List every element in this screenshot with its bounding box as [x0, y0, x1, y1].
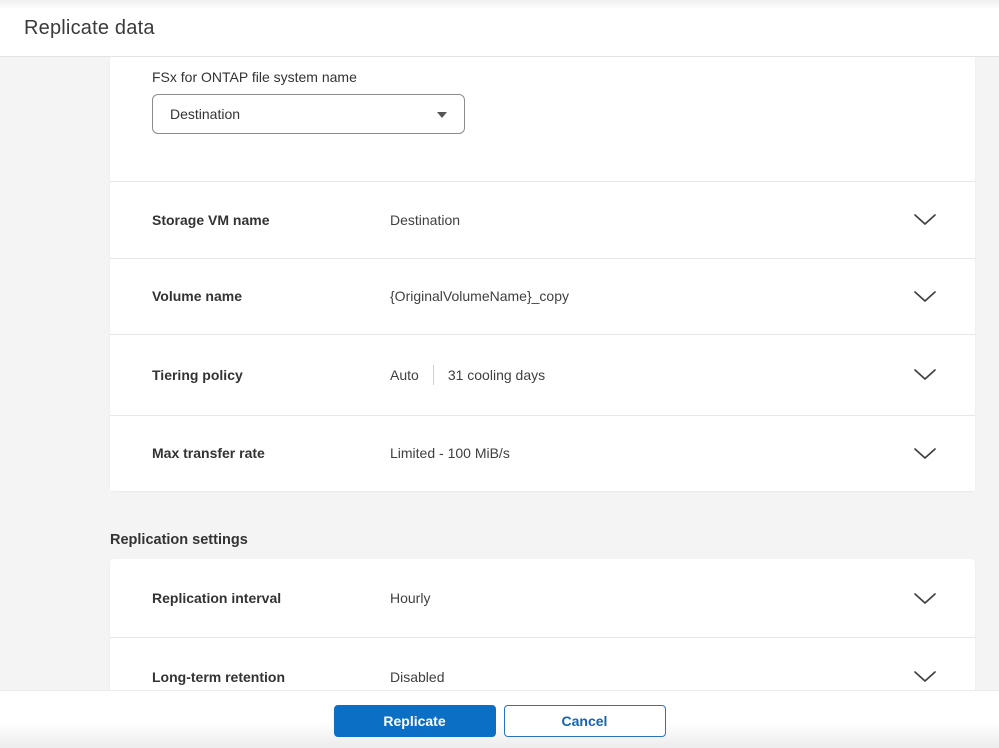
- file-system-select[interactable]: Destination: [152, 94, 465, 134]
- cancel-button[interactable]: Cancel: [503, 704, 666, 737]
- row-label: Replication interval: [152, 590, 282, 606]
- chevron-down-icon[interactable]: [913, 670, 937, 683]
- row-label: Long-term retention: [152, 668, 285, 685]
- row-value: Destination: [390, 211, 461, 228]
- row-value: Hourly: [390, 590, 431, 606]
- row-value: {OriginalVolumeName}_copy: [390, 288, 569, 305]
- row-label: Volume name: [152, 288, 242, 305]
- tiering-policy-value: Auto: [390, 366, 419, 383]
- chevron-down-icon[interactable]: [913, 368, 937, 381]
- row-label: Storage VM name: [152, 211, 270, 228]
- caret-down-icon: [437, 112, 447, 118]
- file-system-section: FSx for ONTAP file system name Destinati…: [110, 57, 975, 181]
- row-value: Disabled: [390, 668, 445, 685]
- page-body: FSx for ONTAP file system name Destinati…: [0, 57, 999, 690]
- accordion-row-max-transfer-rate[interactable]: Max transfer rate Limited - 100 MiB/s: [110, 414, 975, 491]
- accordion-row-storage-vm-name[interactable]: Storage VM name Destination: [110, 181, 975, 258]
- action-footer: Replicate Cancel: [0, 690, 999, 748]
- accordion-row-long-term-retention[interactable]: Long-term retention Disabled: [110, 637, 975, 690]
- file-system-selected-value: Destination: [170, 106, 241, 122]
- chevron-down-icon[interactable]: [913, 592, 937, 605]
- accordion-row-tiering-policy[interactable]: Tiering policy Auto 31 cooling days: [110, 334, 975, 415]
- page-header: Replicate data: [0, 0, 999, 57]
- value-separator: [432, 364, 434, 385]
- replication-settings-heading: Replication settings: [110, 532, 248, 548]
- cooling-days-value: 31 cooling days: [447, 366, 546, 383]
- chevron-down-icon[interactable]: [913, 213, 937, 226]
- page-title: Replicate data: [24, 16, 155, 39]
- replication-settings-card: Replication interval Hourly Long-term re…: [110, 559, 975, 690]
- row-label: Max transfer rate: [152, 445, 265, 462]
- row-value: Limited - 100 MiB/s: [390, 445, 510, 462]
- chevron-down-icon[interactable]: [913, 290, 937, 303]
- row-value: Auto 31 cooling days: [390, 364, 913, 385]
- accordion-row-volume-name[interactable]: Volume name {OriginalVolumeName}_copy: [110, 257, 975, 334]
- replicate-data-page: Replicate data FSx for ONTAP file system…: [0, 0, 999, 748]
- row-label: Tiering policy: [152, 366, 243, 383]
- chevron-down-icon[interactable]: [913, 447, 937, 460]
- destination-config-card: FSx for ONTAP file system name Destinati…: [110, 57, 975, 491]
- file-system-label: FSx for ONTAP file system name: [152, 69, 357, 85]
- accordion-row-replication-interval[interactable]: Replication interval Hourly: [110, 559, 975, 637]
- replicate-button[interactable]: Replicate: [333, 704, 496, 737]
